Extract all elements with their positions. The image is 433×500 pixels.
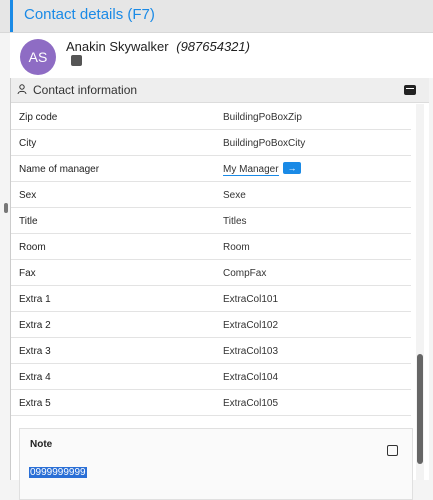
contact-information-header: Contact information <box>11 78 429 103</box>
field-label: Extra 1 <box>19 294 51 305</box>
field-value: CompFax <box>223 268 267 279</box>
field-label: Name of manager <box>19 164 100 175</box>
avatar: AS <box>20 39 56 75</box>
field-value: BuildingPoBoxCity <box>223 138 306 149</box>
scrollbar-thumb[interactable] <box>417 354 423 464</box>
field-label: Extra 4 <box>19 372 51 383</box>
field-value: ExtraCol105 <box>223 398 279 409</box>
field-label: Room <box>19 242 46 253</box>
field-value: ExtraCol103 <box>223 346 279 357</box>
field-value: ExtraCol101 <box>223 294 279 305</box>
field-row-room: Room Room <box>11 234 411 260</box>
note-label: Note <box>30 439 53 450</box>
field-value: ExtraCol102 <box>223 320 279 331</box>
field-value: Room <box>223 242 250 253</box>
header-accent-bar <box>10 0 13 32</box>
contact-summary: AS Anakin Skywalker (987654321) <box>10 33 433 78</box>
field-value: Sexe <box>223 190 246 201</box>
field-label: Zip code <box>19 112 58 123</box>
card-icon[interactable] <box>404 85 416 95</box>
field-value: Titles <box>223 216 247 227</box>
person-icon <box>17 84 27 94</box>
manager-link[interactable]: My Manager <box>223 164 279 176</box>
field-row-extra-1: Extra 1 ExtraCol101 <box>11 286 411 312</box>
field-row-extra-2: Extra 2 ExtraCol102 <box>11 312 411 338</box>
contact-information-panel: Contact information Zip code BuildingPoB… <box>10 78 429 500</box>
arrow-right-icon: → <box>287 163 297 173</box>
field-row-extra-5: Extra 5 ExtraCol105 <box>11 390 411 416</box>
field-row-fax: Fax CompFax <box>11 260 411 286</box>
field-label: Extra 3 <box>19 346 51 357</box>
field-label: Extra 2 <box>19 320 51 331</box>
contact-phone: (987654321) <box>176 39 250 54</box>
panel-header-bar: Contact details (F7) <box>0 0 433 33</box>
field-row-extra-3: Extra 3 ExtraCol103 <box>11 338 411 364</box>
field-row-title: Title Titles <box>11 208 411 234</box>
contact-name-line: Anakin Skywalker (987654321) <box>66 39 250 54</box>
scrollbar-track[interactable] <box>416 104 424 480</box>
contact-information-title: Contact information <box>33 83 138 97</box>
field-row-sex: Sex Sexe <box>11 182 411 208</box>
note-card: Note 0999999999 <box>19 428 413 500</box>
field-label: City <box>19 138 37 149</box>
field-label: Title <box>19 216 38 227</box>
field-row-city: City BuildingPoBoxCity <box>11 130 411 156</box>
contact-name: Anakin Skywalker <box>66 39 169 54</box>
field-value: BuildingPoBoxZip <box>223 112 302 123</box>
sticky-note-icon[interactable] <box>71 55 82 66</box>
page-title: Contact details (F7) <box>24 6 155 23</box>
field-label: Extra 5 <box>19 398 51 409</box>
field-value: ExtraCol104 <box>223 372 279 383</box>
left-edge-handle[interactable] <box>4 203 8 213</box>
contact-fields-list: Zip code BuildingPoBoxZip City BuildingP… <box>11 104 411 416</box>
left-edge-panel <box>0 33 11 480</box>
field-row-name-of-manager: Name of manager My Manager → <box>11 156 411 182</box>
open-manager-button[interactable]: → <box>283 162 301 174</box>
note-value[interactable]: 0999999999 <box>29 467 87 478</box>
field-row-zip-code: Zip code BuildingPoBoxZip <box>11 104 411 130</box>
field-label: Fax <box>19 268 36 279</box>
edit-note-icon[interactable] <box>387 445 398 456</box>
field-row-extra-4: Extra 4 ExtraCol104 <box>11 364 411 390</box>
field-label: Sex <box>19 190 37 201</box>
